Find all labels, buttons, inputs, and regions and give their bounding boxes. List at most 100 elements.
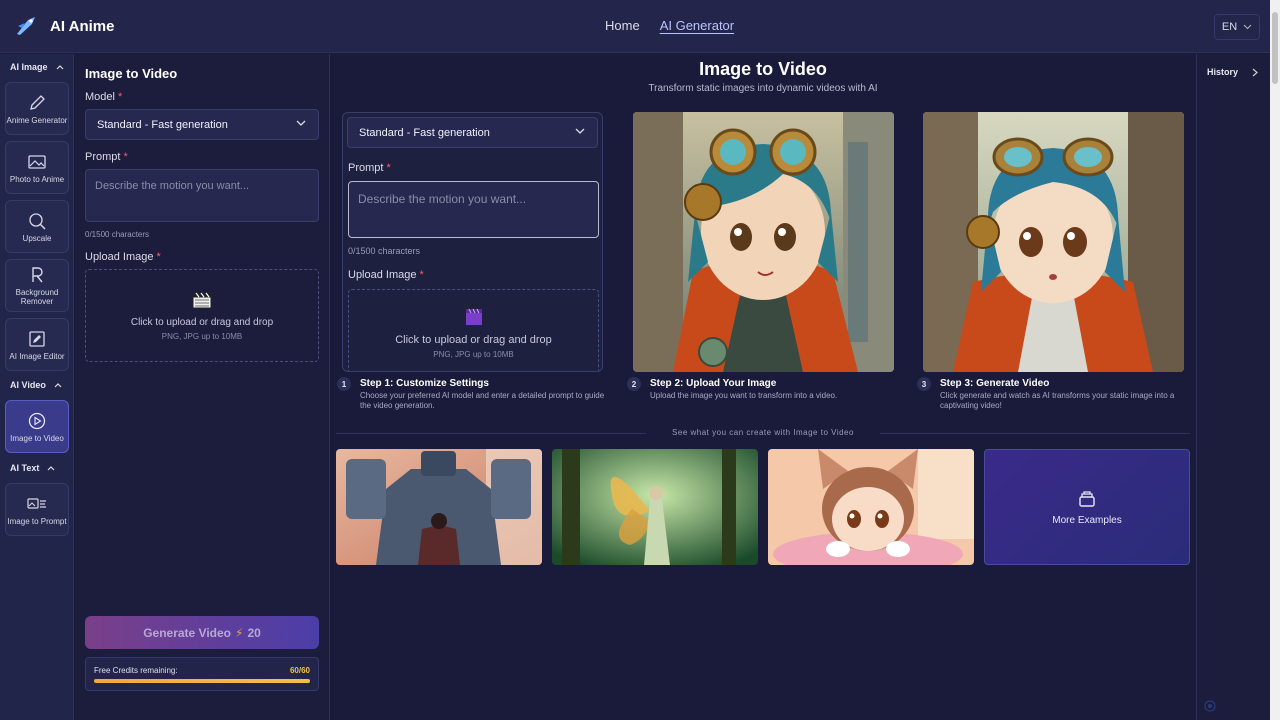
generate-video-button[interactable]: Generate Video ⚡ 20	[85, 616, 319, 649]
page-subtitle: Transform static images into dynamic vid…	[648, 83, 878, 94]
page-scrollbar[interactable]	[1270, 0, 1280, 720]
history-toggle[interactable]: History	[1207, 67, 1258, 77]
example-thumb-mecha[interactable]	[336, 449, 542, 565]
settings-panel: Image to Video Model * Standard - Fast ge…	[75, 54, 330, 720]
help-widget-icon[interactable]	[1204, 700, 1216, 712]
more-examples-button[interactable]: More Examples	[984, 449, 1190, 565]
example-anime-girl-video-frame	[923, 112, 1184, 372]
rail-group-label: AI Image	[10, 62, 48, 72]
demo-upload-main: Click to upload or drag and drop	[395, 333, 552, 346]
model-select-value: Standard - Fast generation	[97, 118, 228, 131]
rail-item-image-to-prompt[interactable]: Image to Prompt	[5, 483, 69, 536]
example-anime-girl-image	[633, 112, 894, 372]
char-counter: 0/1500 characters	[85, 230, 150, 239]
rail-item-upscale[interactable]: Upscale	[5, 200, 69, 253]
rail-group-ai-video[interactable]: AI Video	[10, 380, 62, 390]
panel-title: Image to Video	[85, 66, 178, 81]
tool-rail: AI Image Anime Generator Photo to Anime …	[0, 54, 74, 720]
nav-ai-generator[interactable]: AI Generator	[660, 18, 734, 33]
rail-group-ai-text[interactable]: AI Text	[10, 463, 55, 473]
main-nav: Home AI Generator	[605, 18, 734, 33]
chevron-up-icon	[56, 64, 63, 69]
rail-item-label: Anime Generator	[6, 115, 68, 125]
rail-group-label: AI Video	[10, 380, 46, 390]
pencil-icon	[30, 94, 45, 110]
more-examples-label: More Examples	[1052, 514, 1122, 526]
rail-item-label: Background Remover	[15, 288, 59, 306]
examples-heading: See what you can create with Image to Vi…	[672, 428, 854, 437]
step-number: 2	[627, 377, 641, 391]
history-panel: History	[1196, 54, 1270, 720]
lightning-icon: ⚡	[235, 625, 244, 640]
chevron-down-icon	[296, 120, 306, 126]
demo-model-value: Standard - Fast generation	[359, 126, 490, 139]
rail-item-photo-to-anime[interactable]: Photo to Anime	[5, 141, 69, 194]
step-title: Step 1: Customize Settings	[360, 378, 489, 389]
credits-progress	[94, 679, 310, 683]
model-label: Model *	[85, 91, 123, 103]
upload-label: Upload Image *	[85, 251, 161, 263]
clapperboard-icon	[192, 292, 212, 308]
step-number: 3	[917, 377, 931, 391]
rail-group-ai-image[interactable]: AI Image	[10, 62, 64, 72]
upload-dropzone[interactable]: Click to upload or drag and drop PNG, JP…	[85, 269, 319, 362]
rail-item-image-to-video[interactable]: Image to Video	[5, 400, 69, 453]
step-description: Upload the image you want to transform i…	[650, 391, 838, 400]
language-code: EN	[1221, 21, 1238, 33]
rail-item-label: Image to Prompt	[7, 516, 67, 526]
demo-prompt-label: Prompt *	[348, 162, 391, 174]
chevron-up-icon	[54, 382, 62, 387]
upload-sub-text: PNG, JPG up to 10MB	[161, 331, 243, 341]
rail-item-anime-generator[interactable]: Anime Generator	[5, 82, 69, 135]
chevron-down-icon	[575, 128, 585, 134]
step-description: Choose your preferred AI model and enter…	[360, 391, 605, 410]
generate-label: Generate Video	[143, 625, 232, 640]
edit-square-icon	[29, 330, 45, 347]
step-description: Click generate and watch as AI transform…	[940, 391, 1175, 410]
example-thumb-fairy[interactable]	[552, 449, 758, 565]
generate-cost: 20	[247, 625, 261, 640]
upload-main-text: Click to upload or drag and drop	[130, 316, 274, 328]
logo-icon	[17, 17, 35, 35]
step-number: 1	[337, 377, 351, 391]
chevron-up-icon	[47, 465, 55, 470]
play-circle-icon	[28, 412, 46, 429]
top-header: AI Anime Home AI Generator EN	[0, 0, 1270, 53]
rail-item-label: AI Image Editor	[9, 351, 65, 361]
step-title: Step 2: Upload Your Image	[650, 378, 777, 389]
rail-item-background-remover[interactable]: Background Remover	[5, 259, 69, 312]
letter-r-icon	[32, 267, 43, 283]
image-text-icon	[27, 497, 46, 509]
credits-progress-fill	[94, 679, 310, 683]
clapperboard-icon	[465, 308, 482, 325]
demo-prompt-input[interactable]: Describe the motion you want...	[348, 181, 599, 238]
language-selector[interactable]: EN	[1214, 14, 1260, 40]
example-thumb-catgirl[interactable]	[768, 449, 974, 565]
demo-upload-dropzone[interactable]: Click to upload or drag and drop PNG, JP…	[348, 289, 599, 371]
app-name: AI Anime	[50, 17, 115, 35]
logo[interactable]: AI Anime	[14, 14, 114, 38]
rail-item-label: Image to Video	[10, 433, 64, 443]
demo-settings-card: Standard - Fast generation Prompt * Descr…	[342, 112, 603, 372]
demo-model-select[interactable]: Standard - Fast generation	[347, 117, 598, 148]
credits-box: Free Credits remaining: 60/60	[85, 657, 319, 691]
demo-upload-label: Upload Image *	[348, 269, 424, 281]
nav-home[interactable]: Home	[605, 18, 640, 33]
page-title: Image to Video	[699, 59, 827, 79]
credits-label: Free Credits remaining:	[94, 666, 178, 675]
rail-item-label: Photo to Anime	[9, 174, 65, 184]
prompt-label: Prompt *	[85, 151, 128, 163]
demo-char-counter: 0/1500 characters	[348, 246, 421, 256]
scrollbar-thumb[interactable]	[1272, 12, 1278, 84]
magnify-icon	[29, 212, 46, 230]
rail-item-label: Upscale	[22, 233, 52, 243]
step-title: Step 3: Generate Video	[940, 378, 1050, 389]
rail-group-label: AI Text	[10, 463, 40, 473]
credits-value: 60/60	[289, 666, 310, 675]
chevron-right-icon	[1252, 68, 1258, 76]
prompt-input[interactable]: Describe the motion you want...	[85, 169, 319, 222]
rail-item-ai-image-editor[interactable]: AI Image Editor	[5, 318, 69, 371]
demo-upload-sub: PNG, JPG up to 10MB	[433, 349, 514, 359]
model-select[interactable]: Standard - Fast generation	[85, 109, 319, 140]
history-label: History	[1207, 67, 1239, 77]
